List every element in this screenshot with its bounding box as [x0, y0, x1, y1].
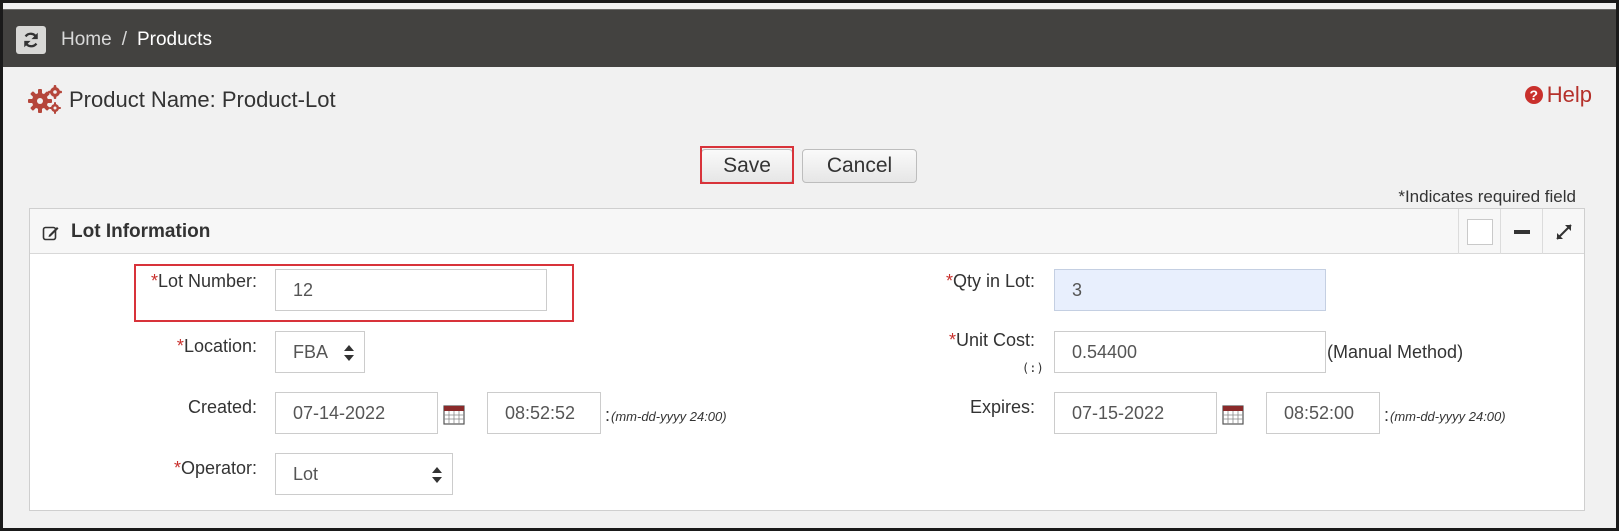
qty-in-lot-label: *Qty in Lot: — [946, 271, 1035, 292]
required-field-note: *Indicates required field — [1398, 187, 1576, 206]
panel-minimize-button[interactable] — [1500, 209, 1542, 254]
page-title: Product Name: Product-Lot — [69, 87, 336, 112]
location-label: *Location: — [177, 336, 257, 357]
location-value: FBA — [293, 341, 329, 362]
refresh-button[interactable] — [16, 26, 46, 54]
expires-label: Expires: — [969, 397, 1035, 417]
operator-label: *Operator: — [174, 458, 257, 479]
operator-value: Lot — [293, 463, 319, 484]
app-window: Home / Products Product Name: Product-Lot … — [0, 0, 1619, 531]
required-asterisk: * — [176, 336, 184, 356]
breadcrumb-separator: / — [121, 29, 127, 50]
qty-in-lot-label-text: Qty in Lot: — [952, 271, 1035, 291]
operator-select[interactable]: Lot — [275, 453, 453, 495]
sort-arrows-icon — [432, 467, 442, 483]
expires-format-text: (mm-dd-yyyy 24:00) — [1390, 409, 1506, 424]
help-link[interactable]: ? Help — [1524, 82, 1592, 108]
breadcrumb: Home / Products — [61, 29, 212, 51]
required-asterisk: * — [945, 271, 953, 291]
expires-time-sep: : — [1384, 405, 1390, 425]
breadcrumb-current: Products — [136, 29, 212, 50]
gears-icon — [28, 85, 62, 114]
panel-select-button[interactable] — [1458, 209, 1500, 254]
cancel-button[interactable]: Cancel — [802, 149, 917, 183]
created-label: Created: — [187, 397, 257, 417]
calendar-icon[interactable] — [1222, 403, 1244, 425]
calendar-icon[interactable] — [443, 403, 465, 425]
expand-icon — [1555, 223, 1572, 240]
lot-number-highlight — [134, 264, 574, 322]
unit-cost-method: (Manual Method) — [1327, 342, 1464, 362]
top-nav-bar: Home / Products — [3, 9, 1616, 67]
operator-label-text: Operator: — [180, 458, 257, 478]
checkbox-icon — [1466, 218, 1493, 245]
required-asterisk: * — [948, 330, 956, 350]
expires-time-input[interactable]: 08:52:00 — [1266, 392, 1380, 434]
unit-cost-input[interactable]: 0.54400 — [1054, 331, 1326, 373]
unit-cost-label: *Unit Cost: — [949, 330, 1035, 351]
required-asterisk: * — [173, 458, 181, 478]
save-button-highlight — [700, 146, 794, 184]
question-circle-icon: ? — [1524, 86, 1543, 104]
panel-expand-button[interactable] — [1542, 209, 1584, 254]
help-label: Help — [1546, 82, 1592, 107]
unit-cost-label-text: Unit Cost: — [955, 330, 1035, 350]
created-format-text: (mm-dd-yyyy 24:00) — [611, 409, 727, 424]
created-time-sep: : — [605, 405, 611, 425]
unit-cost-sub-note: (:) — [1022, 361, 1044, 375]
minus-icon — [1513, 229, 1530, 234]
location-select[interactable]: FBA — [275, 331, 365, 373]
location-label-text: Location: — [183, 336, 257, 356]
panel-header: Lot Information — [30, 209, 1584, 254]
panel-title: Lot Information — [71, 221, 211, 242]
edit-icon — [42, 226, 59, 241]
breadcrumb-home-link[interactable]: Home — [61, 29, 112, 50]
created-time-input[interactable]: 08:52:52 — [487, 392, 601, 434]
expires-format-hint: :(mm-dd-yyyy 24:00) — [1384, 405, 1506, 426]
sort-arrows-icon — [344, 345, 354, 361]
qty-in-lot-input[interactable]: 3 — [1054, 269, 1326, 311]
refresh-icon — [24, 32, 38, 48]
created-format-hint: :(mm-dd-yyyy 24:00) — [605, 405, 727, 426]
expires-date-input[interactable]: 07-15-2022 — [1054, 392, 1217, 434]
created-date-input[interactable]: 07-14-2022 — [275, 392, 438, 434]
